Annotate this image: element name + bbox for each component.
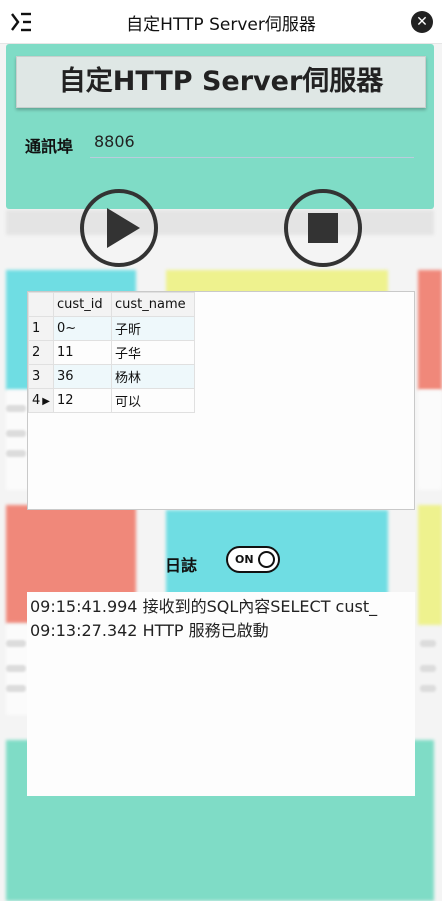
play-icon[interactable] <box>79 188 159 268</box>
bg-strip <box>6 210 434 235</box>
row-number: 1 <box>28 316 54 341</box>
bg-card-yellow-2 <box>418 505 442 625</box>
log-textarea[interactable]: 09:15:41.994 接收到的SQL內容SELECT cust_ 09:13… <box>27 592 415 796</box>
bg-line <box>6 430 26 437</box>
port-label: 通訊埠 <box>25 137 74 156</box>
row-number: 2 <box>28 340 54 365</box>
cell-cust-id[interactable]: 11 <box>53 340 112 365</box>
grid-corner-cell <box>28 292 54 317</box>
bg-card-salmon <box>418 270 442 390</box>
cell-cust-id[interactable]: 0~ <box>53 316 112 341</box>
bg-line <box>6 405 26 412</box>
cell-cust-name[interactable]: 子昕 <box>111 316 195 341</box>
port-input[interactable]: 8806 <box>90 128 414 158</box>
toggle-knob <box>258 551 275 568</box>
bg-line <box>420 665 436 672</box>
close-icon[interactable]: ✕ <box>411 11 433 33</box>
log-line: 09:13:27.342 HTTP 服務已啟動 <box>30 621 269 640</box>
cell-cust-name[interactable]: 可以 <box>111 388 195 413</box>
data-grid[interactable]: cust_id cust_name 1 0~ 子昕 2 11 子华 3 36 杨… <box>27 291 415 510</box>
bg-line <box>6 640 26 647</box>
bg-card-white-right <box>418 390 442 490</box>
log-line: 09:15:41.994 接收到的SQL內容SELECT cust_ <box>30 597 378 616</box>
column-header[interactable]: cust_name <box>111 292 195 317</box>
cell-cust-id[interactable]: 36 <box>53 364 112 389</box>
cell-cust-name[interactable]: 杨林 <box>111 364 195 389</box>
table-row[interactable]: 4 ▶ 12 可以 <box>28 388 195 413</box>
table-row[interactable]: 1 0~ 子昕 <box>28 316 195 341</box>
bg-line <box>6 450 26 457</box>
cell-cust-id[interactable]: 12 <box>53 388 112 413</box>
bg-line <box>420 640 436 647</box>
toggle-label: ON <box>235 553 254 566</box>
table-row[interactable]: 3 36 杨林 <box>28 364 195 389</box>
table-row[interactable]: 2 11 子华 <box>28 340 195 365</box>
log-label: 日誌 <box>165 556 198 575</box>
grid-header-row: cust_id cust_name <box>28 292 195 317</box>
row-number: 4 ▶ <box>28 388 54 413</box>
bg-line <box>6 665 26 672</box>
column-header[interactable]: cust_id <box>53 292 112 317</box>
title-bar: 自定HTTP Server伺服器 ✕ <box>0 0 442 44</box>
stop-icon[interactable] <box>283 188 363 268</box>
row-number: 3 <box>28 364 54 389</box>
cell-cust-name[interactable]: 子华 <box>111 340 195 365</box>
big-title-button[interactable]: 自定HTTP Server伺服器 <box>16 56 426 108</box>
app-screen: 自定HTTP Server伺服器 通訊埠 8806 自定HTTP Server伺… <box>0 0 442 901</box>
bg-line <box>420 685 436 692</box>
grid-table: cust_id cust_name 1 0~ 子昕 2 11 子华 3 36 杨… <box>28 292 195 413</box>
bg-line <box>6 685 26 692</box>
window-title: 自定HTTP Server伺服器 <box>126 15 316 35</box>
log-toggle[interactable]: ON <box>226 546 280 573</box>
current-row-marker-icon: ▶ <box>42 396 50 407</box>
